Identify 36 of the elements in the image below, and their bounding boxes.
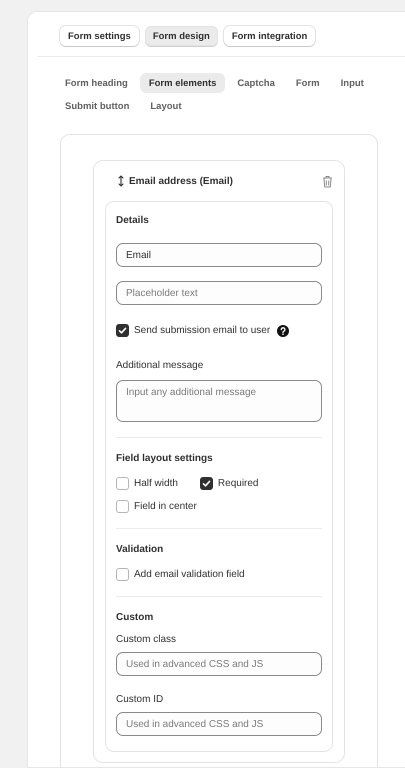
section-heading: Custom <box>116 612 154 624</box>
help-icon[interactable] <box>277 324 290 336</box>
text-field[interactable]: Email <box>116 243 322 267</box>
section-heading: Details <box>116 215 150 227</box>
tab[interactable]: Form integration <box>224 26 316 46</box>
element-title: Email address (Email) <box>129 176 234 186</box>
checkbox-label: Add email validation field <box>134 568 245 580</box>
sub-tab[interactable]: Layout <box>141 96 191 116</box>
checkbox[interactable] <box>116 324 129 337</box>
sub-tab[interactable]: Form <box>286 73 329 93</box>
checkbox-label: Send submission email to user <box>134 324 270 336</box>
sub-tab[interactable]: Captcha <box>228 73 284 93</box>
checkbox[interactable] <box>200 477 213 490</box>
checkbox-label: Half width <box>134 478 178 490</box>
section-heading: Validation <box>116 544 164 556</box>
checkbox-label: Required <box>218 478 258 490</box>
field-label: Custom class <box>116 634 178 646</box>
checkbox[interactable] <box>116 568 129 581</box>
text-field[interactable]: Used in advanced CSS and JS <box>116 652 322 676</box>
sub-tab[interactable]: Submit button <box>56 96 138 116</box>
tab[interactable]: Form design <box>144 26 218 46</box>
sub-tab[interactable]: Form heading <box>56 73 137 93</box>
message-field[interactable]: Input any additional message <box>116 380 322 422</box>
tab[interactable]: Form settings <box>60 26 139 46</box>
sub-tab[interactable]: Form elements <box>140 73 226 93</box>
vertical-arrows-icon[interactable] <box>118 175 124 187</box>
checkbox[interactable] <box>116 500 129 513</box>
text-field[interactable]: Used in advanced CSS and JS <box>116 712 322 736</box>
text-field[interactable]: Placeholder text <box>116 281 322 305</box>
sub-tab[interactable]: Input <box>332 73 373 93</box>
checkbox-label: Field in center <box>134 500 197 512</box>
checkbox[interactable] <box>116 477 129 490</box>
field-label: Custom ID <box>116 694 164 706</box>
field-label: Additional message <box>116 360 204 372</box>
trash-icon[interactable] <box>322 174 333 188</box>
section-heading: Field layout settings <box>116 453 214 465</box>
